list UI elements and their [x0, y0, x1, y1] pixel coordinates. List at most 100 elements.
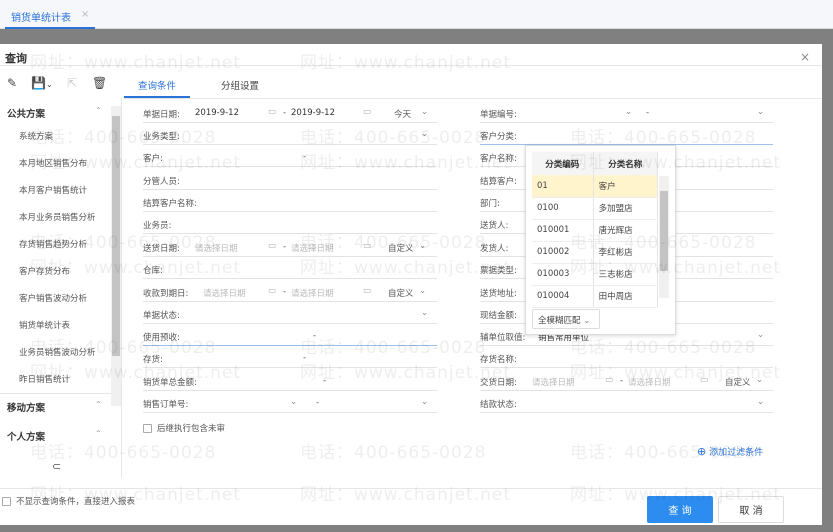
date-from-input[interactable]: 请选择日期	[532, 376, 575, 388]
chevron-down-icon[interactable]: ⌄	[421, 129, 428, 139]
top-tab-bar: 销货单统计表 ×	[0, 0, 833, 29]
chevron-down-icon[interactable]: ⌄	[421, 397, 428, 407]
close-icon[interactable]: ×	[81, 9, 89, 27]
filter-row[interactable]: 客户分类:	[480, 125, 773, 145]
category-row[interactable]: 010002 李红彬店	[532, 241, 659, 264]
query-dialog: 查询 × ✎ 💾⌄ ⇱ 🗑 公共方案 ⌃ 系统方案 本月地区销售分布 本月客户销售…	[0, 44, 822, 525]
calendar-icon[interactable]: ▭	[268, 241, 276, 251]
category-row[interactable]: 0100 多加盟店	[532, 197, 659, 220]
field-label: 送货日期:	[143, 244, 180, 254]
edit-icon[interactable]: ✎	[7, 76, 17, 90]
scheme-item[interactable]: 系统方案	[19, 130, 53, 142]
checkbox[interactable]	[143, 423, 152, 433]
scheme-item[interactable]: 客户存货分布	[19, 265, 70, 277]
active-tab-indicator	[124, 96, 190, 98]
group-mobile[interactable]: 移动方案 ⌃	[7, 400, 102, 414]
chevron-down-icon[interactable]: ⌄	[757, 107, 764, 117]
scheme-item[interactable]: 昨日销售统计	[19, 373, 70, 385]
calendar-icon[interactable]: ▭	[268, 286, 276, 296]
match-mode-select[interactable]: 全模糊匹配 ⌄	[532, 309, 600, 329]
scheme-item[interactable]: 销货单统计表	[19, 319, 70, 331]
include-unaudited-checkbox[interactable]: 后继执行包含未审	[143, 418, 225, 438]
filter-row[interactable]: 单据状态: ⌄	[143, 304, 437, 324]
filter-row[interactable]: 结款状态: ⌄	[480, 393, 773, 413]
category-row[interactable]: 010004 田中周店	[532, 285, 659, 308]
chevron-down-icon[interactable]: ⌄	[757, 330, 764, 340]
field-label: 发货人:	[480, 244, 509, 254]
chevron-down-icon[interactable]: ⌄	[421, 308, 428, 318]
category-row[interactable]: 010003 三志彬店	[532, 263, 659, 286]
calendar-icon[interactable]: ▭	[363, 286, 371, 296]
category-row[interactable]: 010001 唐光辉店	[532, 219, 659, 242]
date-to-input[interactable]: 2019-9-12	[291, 108, 335, 118]
chevron-down-icon[interactable]: ⌄	[419, 241, 426, 251]
date-to-input[interactable]: 请选择日期	[291, 287, 334, 299]
skip-query-checkbox[interactable]: 不显示查询条件，直接进入报表	[2, 495, 135, 507]
chevron-up-icon[interactable]: ⌃	[95, 106, 102, 115]
range-select[interactable]: 自定义	[725, 376, 751, 388]
chevron-up-icon[interactable]: ⌃	[95, 400, 102, 409]
filter-row[interactable]: 使用预收: -	[143, 326, 437, 346]
scheme-item[interactable]: 业务员销售波动分析	[19, 346, 96, 358]
filter-row[interactable]: 仓库:	[143, 259, 437, 279]
calendar-icon[interactable]: ▭	[363, 107, 371, 117]
group-personal[interactable]: 个人方案 ⌃	[7, 429, 102, 443]
tab-query-conditions[interactable]: 查询条件	[138, 78, 176, 92]
chevron-down-icon[interactable]: ⌄	[756, 375, 763, 385]
range-select[interactable]: 自定义	[388, 287, 414, 299]
tab-sales-report[interactable]: 销货单统计表 ×	[5, 9, 96, 29]
filter-row[interactable]: 送货日期: 请选择日期 ▭ - 请选择日期 ▭ 自定义 ⌄	[143, 237, 437, 257]
filter-row[interactable]: 收款到期日: 请选择日期 ▭ - 请选择日期 ▭ 自定义 ⌄	[143, 282, 437, 302]
scheme-item[interactable]: 本月地区销售分布	[19, 157, 87, 169]
chevron-down-icon[interactable]: ⌄	[625, 107, 632, 117]
save-icon[interactable]: 💾⌄	[31, 76, 53, 90]
scheme-item[interactable]: 本月客户销售统计	[19, 184, 87, 196]
scrollbar-thumb[interactable]	[660, 191, 668, 271]
filter-row[interactable]: 交货日期: 请选择日期 ▭ - 请选择日期 ▭ 自定义 ⌄	[480, 371, 773, 391]
cancel-button[interactable]: 取 消	[718, 496, 784, 523]
category-row[interactable]: 01 客户	[532, 175, 659, 198]
filter-row[interactable]: 客户: -	[143, 147, 437, 167]
filter-row[interactable]: 存货名称:	[480, 348, 773, 368]
chevron-down-icon[interactable]: ⌄	[421, 107, 428, 117]
filter-row[interactable]: 销货单总金额: -	[143, 371, 437, 391]
filter-row[interactable]: 业务类型: ⌄	[143, 125, 437, 145]
date-to-input[interactable]: 请选择日期	[628, 376, 671, 388]
filter-row[interactable]: 销售订单号: ⌄ - ⌄	[143, 393, 437, 413]
date-from-input[interactable]: 2019-9-12	[195, 108, 239, 118]
filter-row[interactable]: 业务员:	[143, 214, 437, 234]
filter-row[interactable]: 单据编号: ⌄ - ⌄	[480, 103, 773, 123]
query-button[interactable]: 查 询	[647, 496, 713, 523]
calendar-icon[interactable]: ▭	[605, 375, 613, 385]
range-select[interactable]: 今天	[394, 108, 411, 120]
delete-icon[interactable]: 🗑	[92, 76, 107, 90]
chevron-down-icon[interactable]: ⌄	[419, 286, 426, 296]
date-from-input[interactable]: 请选择日期	[203, 287, 246, 299]
scheme-item[interactable]: 存货销售趋势分析	[19, 238, 87, 250]
filter-row[interactable]: 存货: -	[143, 348, 437, 368]
tab-group-settings[interactable]: 分组设置	[221, 78, 259, 92]
collapse-icon[interactable]: ⊂	[52, 460, 61, 473]
scheme-item[interactable]: 本月业务员销售分析	[19, 211, 96, 223]
scheme-item[interactable]: 客户销售波动分析	[19, 292, 87, 304]
checkbox[interactable]	[2, 497, 11, 506]
add-filter-link[interactable]: ⊕ 添加过滤条件	[697, 445, 763, 458]
category-code: 010004	[532, 285, 594, 308]
calendar-icon[interactable]: ▭	[268, 107, 276, 117]
calendar-icon[interactable]: ▭	[700, 375, 708, 385]
date-to-input[interactable]: 请选择日期	[291, 242, 334, 254]
close-icon[interactable]: ×	[800, 50, 810, 64]
scrollbar-thumb[interactable]	[112, 116, 120, 356]
chevron-down-icon[interactable]: ⌄	[290, 397, 297, 407]
chevron-up-icon[interactable]: ⌃	[95, 429, 102, 438]
filter-row[interactable]: 结算客户名称:	[143, 192, 437, 212]
filter-row[interactable]: 单据日期: 2019-9-12 ▭ -2019-9-12 ▭ 今天 ⌄	[143, 103, 437, 123]
chevron-down-icon[interactable]: ⌄	[757, 397, 764, 407]
group-public[interactable]: 公共方案 ⌃	[7, 106, 102, 120]
range-select[interactable]: 自定义	[388, 242, 414, 254]
date-from-input[interactable]: 请选择日期	[195, 242, 238, 254]
field-label: 送货人:	[480, 221, 509, 231]
calendar-icon[interactable]: ▭	[363, 241, 371, 251]
filter-row[interactable]: 分管人员:	[143, 170, 437, 190]
export-icon[interactable]: ⇱	[67, 76, 77, 90]
